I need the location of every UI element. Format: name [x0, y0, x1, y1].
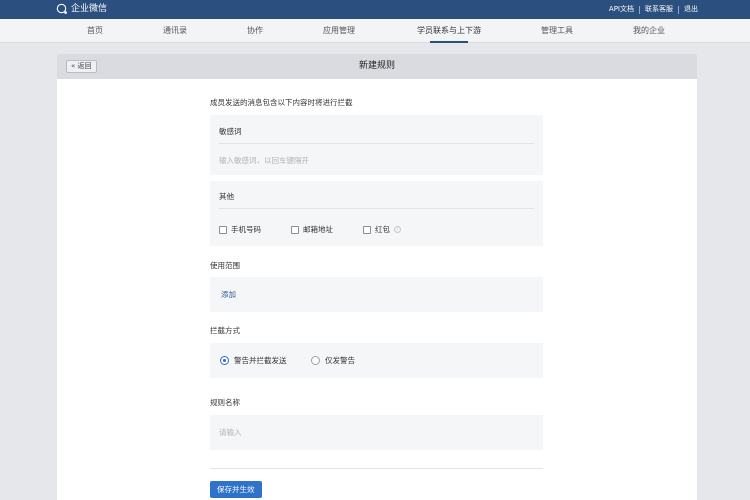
other-label: 其他	[219, 192, 234, 201]
info-icon[interactable]: i	[394, 226, 401, 233]
intercept-method-box: 警告并拦截发送 仅发警告	[210, 343, 543, 378]
nav-item-customer-contact[interactable]: 学员联系与上下游	[410, 19, 488, 43]
logo[interactable]: 企业微信	[56, 3, 107, 15]
sensitive-words-input[interactable]: 输入敏感词，以回车键隔开	[219, 155, 309, 166]
add-scope-link[interactable]: 添加	[221, 289, 236, 300]
rule-name-label: 规则名称	[210, 398, 240, 407]
scope-label: 使用范围	[210, 261, 240, 270]
phone-number-checkbox[interactable]: 手机号码	[219, 224, 261, 235]
nav-item-home[interactable]: 首页	[80, 19, 110, 43]
divider	[219, 208, 534, 209]
main-nav: 首页 通讯录 协作 应用管理 学员联系与上下游 管理工具 我的企业	[0, 19, 750, 43]
wecom-logo-icon	[56, 3, 67, 14]
warn-and-block-label: 警告并拦截发送	[234, 356, 287, 365]
nav-item-collaboration[interactable]: 协作	[240, 19, 270, 43]
logout-link[interactable]: 退出	[684, 4, 698, 15]
nav-item-contacts[interactable]: 通讯录	[158, 19, 192, 43]
top-bar: 企业微信 API文档 联系客服 退出	[0, 0, 750, 19]
radio-unselected-icon[interactable]	[311, 356, 320, 365]
phone-number-label: 手机号码	[231, 225, 261, 234]
nav-item-my-company[interactable]: 我的企业	[628, 19, 670, 43]
api-docs-link[interactable]: API文档	[609, 4, 634, 15]
red-packet-label: 红包	[375, 225, 390, 234]
other-options-box: 其他 手机号码 邮箱地址 红包 i	[210, 181, 543, 246]
rule-name-input[interactable]: 请输入	[219, 427, 242, 438]
rule-name-input-box[interactable]: 请输入	[210, 415, 543, 450]
checkbox-box[interactable]	[363, 225, 371, 234]
top-link-divider	[678, 5, 679, 14]
save-and-apply-button[interactable]: 保存并生效	[210, 481, 262, 498]
logo-text: 企业微信	[71, 4, 108, 14]
checkbox-box[interactable]	[219, 225, 227, 234]
checkbox-box[interactable]	[291, 225, 299, 234]
form-divider	[210, 468, 543, 469]
sensitive-words-box: 敏感词 输入敏感词，以回车键隔开	[210, 115, 543, 175]
page-title: 新建规则	[358, 61, 395, 71]
nav-item-app-management[interactable]: 应用管理	[318, 19, 360, 43]
warn-only-radio[interactable]: 仅发警告	[311, 355, 355, 366]
intercept-method-label: 拦截方式	[210, 326, 240, 335]
email-address-label: 邮箱地址	[303, 225, 333, 234]
top-links: API文档 联系客服 退出	[609, 4, 698, 15]
contact-support-link[interactable]: 联系客服	[645, 4, 673, 15]
sensitive-words-label: 敏感词	[219, 127, 242, 136]
top-link-divider	[639, 5, 640, 14]
warn-only-label: 仅发警告	[325, 356, 355, 365]
warn-and-block-radio[interactable]: 警告并拦截发送	[220, 355, 287, 366]
intro-text: 成员发送的消息包含以下内容时将进行拦截	[210, 98, 353, 107]
email-address-checkbox[interactable]: 邮箱地址	[291, 224, 333, 235]
content-panel: 成员发送的消息包含以下内容时将进行拦截 敏感词 输入敏感词，以回车键隔开 其他 …	[57, 79, 697, 500]
panel-header: « 返回 新建规则	[57, 54, 697, 79]
red-packet-checkbox[interactable]: 红包 i	[363, 224, 401, 235]
divider	[219, 143, 534, 144]
nav-item-management-tools[interactable]: 管理工具	[536, 19, 578, 43]
radio-selected-icon[interactable]	[220, 356, 229, 365]
scope-box: 添加	[210, 277, 543, 312]
